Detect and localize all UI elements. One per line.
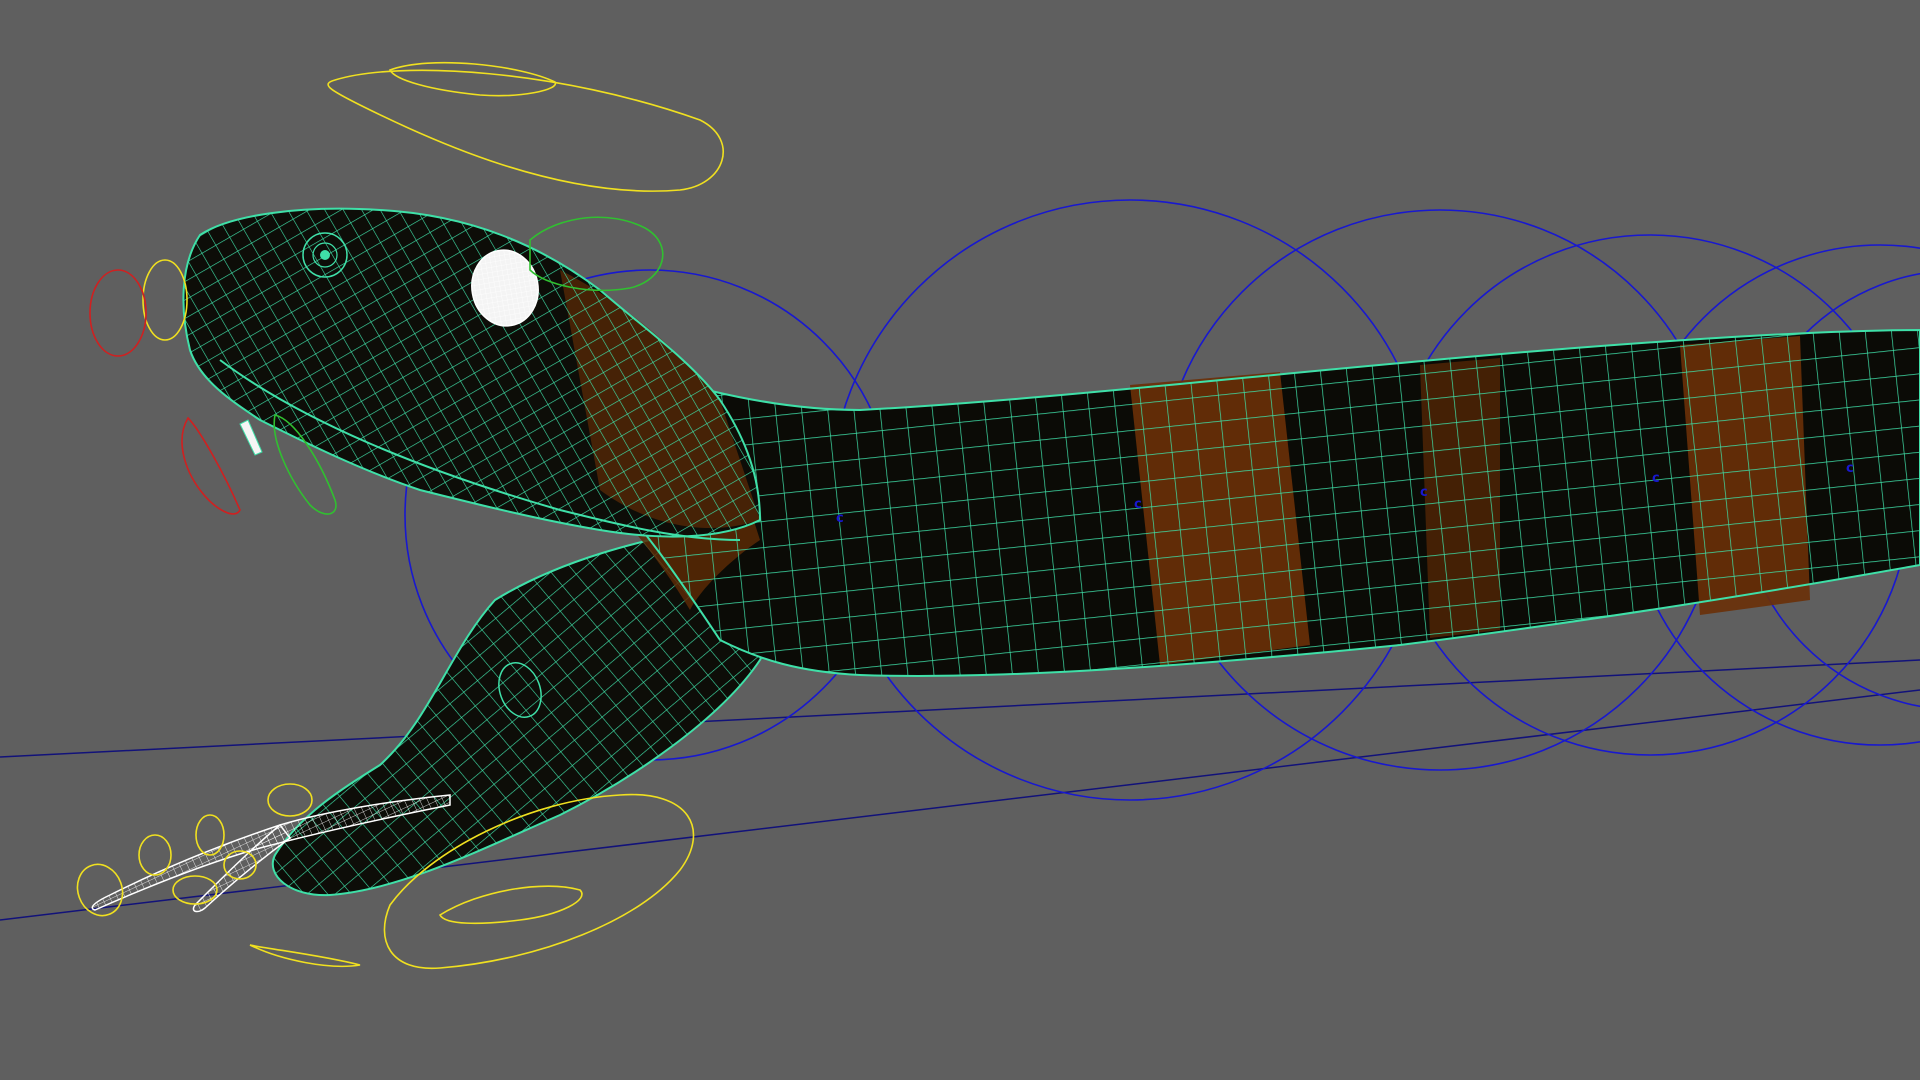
- tongue-control-5[interactable]: [267, 783, 313, 817]
- spine-label-4: c: [1652, 471, 1660, 486]
- 3d-viewport[interactable]: c c c c c: [0, 0, 1920, 1080]
- spine-label-2: c: [1134, 497, 1142, 512]
- left-lip-control[interactable]: [89, 269, 147, 357]
- tongue-control-4[interactable]: [195, 814, 225, 856]
- spine-label-1: c: [836, 511, 844, 526]
- tongue-control-2[interactable]: [138, 834, 172, 876]
- jaw-control-chin[interactable]: [249, 944, 361, 968]
- snout-control[interactable]: [142, 259, 188, 341]
- spine-label-3: c: [1420, 485, 1428, 500]
- jaw-control-lower-small[interactable]: [438, 885, 583, 925]
- body-mesh[interactable]: [579, 328, 1920, 677]
- left-fang-control[interactable]: [181, 416, 241, 515]
- head-control-top[interactable]: [327, 69, 724, 192]
- viewport-scene[interactable]: c c c c c: [0, 0, 1920, 1080]
- spine-label-5: c: [1846, 461, 1854, 476]
- head-mesh[interactable]: [182, 207, 762, 541]
- fang-mesh: [239, 419, 263, 456]
